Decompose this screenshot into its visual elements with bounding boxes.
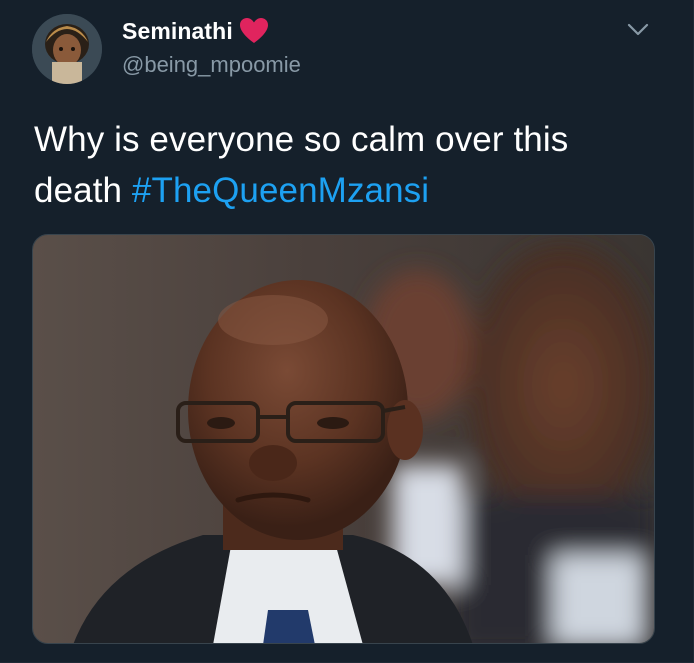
- tweet-card[interactable]: Seminathi @being_mpoomie Why is everyone…: [0, 0, 694, 663]
- display-name[interactable]: Seminathi: [122, 18, 233, 45]
- chevron-down-icon[interactable]: [624, 16, 652, 44]
- heart-icon: [239, 17, 269, 45]
- hashtag-link[interactable]: #TheQueenMzansi: [132, 171, 429, 210]
- tweet-media-photo[interactable]: [32, 234, 655, 644]
- avatar[interactable]: [32, 14, 102, 84]
- username-handle[interactable]: @being_mpoomie: [122, 52, 301, 78]
- tweet-text: Why is everyone so calm over this death …: [34, 114, 654, 216]
- display-name-row[interactable]: Seminathi: [122, 16, 269, 46]
